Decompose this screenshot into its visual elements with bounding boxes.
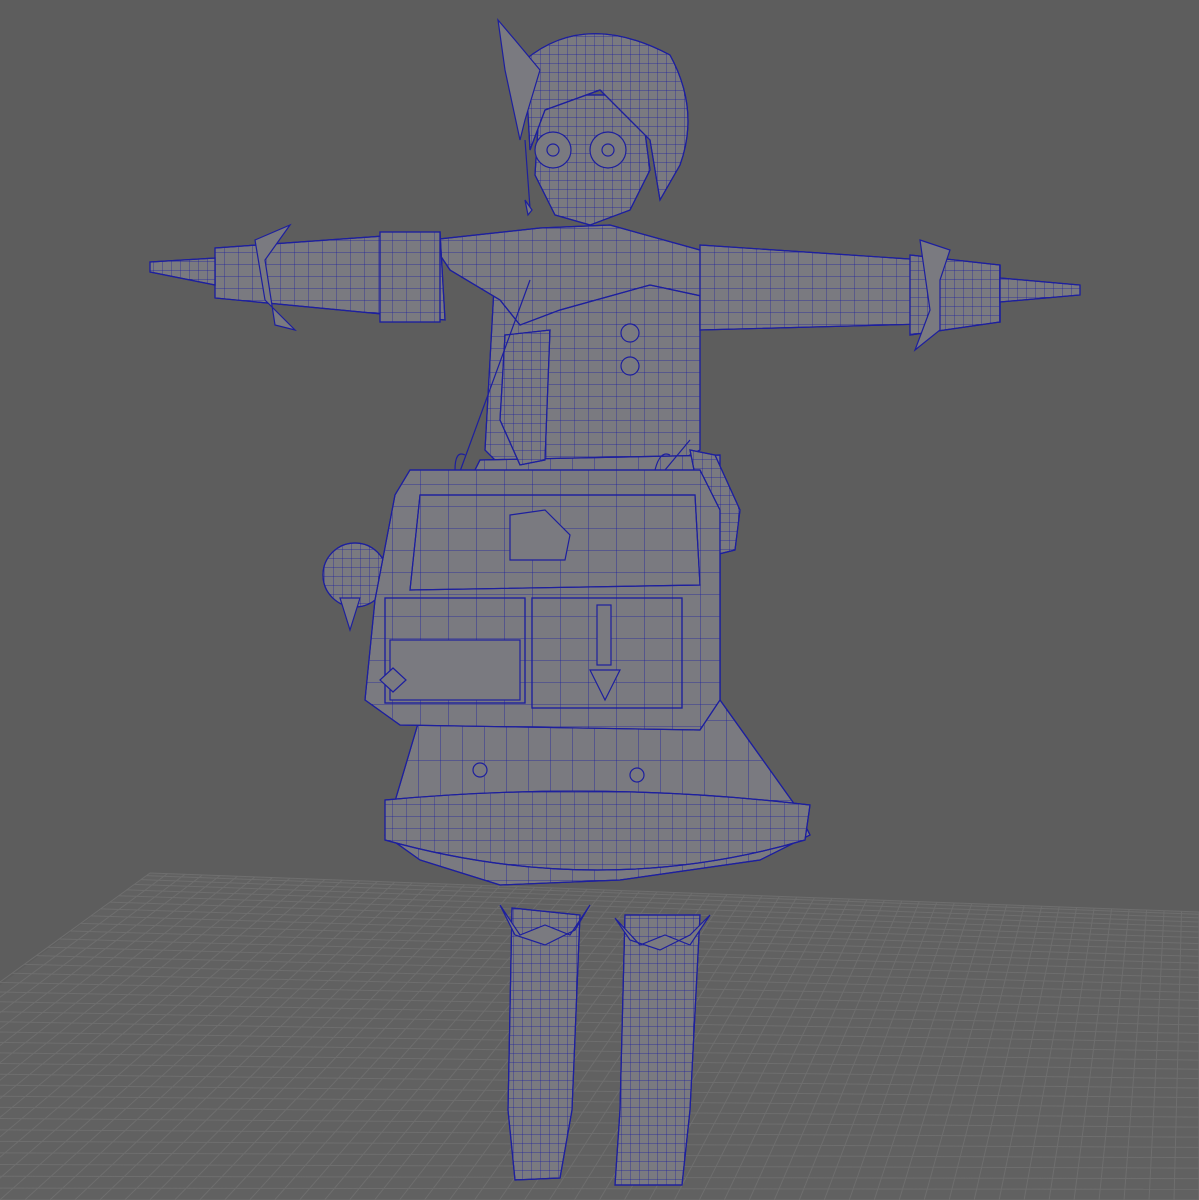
right-arm[interactable] bbox=[699, 244, 1081, 336]
messenger-bag[interactable] bbox=[364, 453, 721, 731]
3d-viewport[interactable] bbox=[0, 0, 1199, 1200]
ground-grid bbox=[0, 872, 1199, 1200]
head[interactable] bbox=[497, 18, 689, 226]
left-arm[interactable] bbox=[149, 231, 446, 323]
